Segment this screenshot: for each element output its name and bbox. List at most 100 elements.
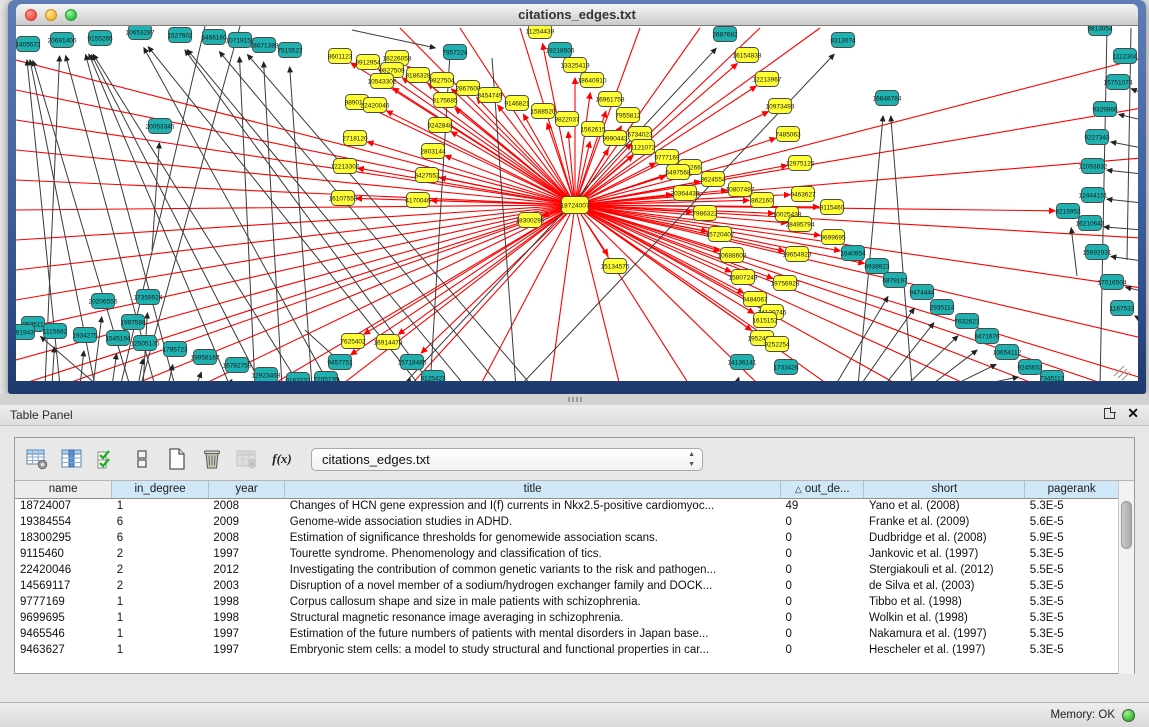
table-cell[interactable]: 1998 [208,610,284,626]
scrollbar-thumb[interactable] [1121,501,1132,549]
table-cell[interactable]: 19384554 [15,514,112,530]
table-cell[interactable]: 5.3E-5 [1025,578,1119,594]
table-cell[interactable]: 0 [781,546,864,562]
table-cell[interactable]: 9699695 [15,610,112,626]
table-cell[interactable]: 6 [112,514,209,530]
table-cell[interactable]: 22420046 [15,562,112,578]
table-cell[interactable]: 6 [112,530,209,546]
table-cell[interactable]: 0 [781,514,864,530]
table-scrollbar[interactable] [1118,481,1134,674]
table-cell[interactable]: 1 [112,594,209,610]
table-row[interactable]: 2242004622012Investigating the contribut… [15,562,1119,578]
table-cell[interactable]: 9777169 [15,594,112,610]
table-cell[interactable]: 2 [112,546,209,562]
table-selector-dropdown[interactable]: citations_edges.txt ▲▼ [311,448,703,471]
table-row[interactable]: 946362711997Embryonic stem cells: a mode… [15,642,1119,658]
table-cell[interactable]: 5.3E-5 [1025,498,1119,514]
table-cell[interactable]: Nakamura et al. (1997) [864,626,1025,642]
table-cell[interactable]: 5.5E-5 [1025,562,1119,578]
splitter-handle-icon[interactable] [568,397,582,402]
table-row[interactable]: 1830029562008Estimation of significance … [15,530,1119,546]
table-cell[interactable]: 0 [781,626,864,642]
table-cell[interactable]: 0 [781,642,864,658]
table-cell[interactable]: de Silva et al. (2003) [864,578,1025,594]
table-cell[interactable]: 1998 [208,594,284,610]
table-row[interactable]: 1938455462009Genome-wide association stu… [15,514,1119,530]
column-header-name[interactable]: name [15,481,112,498]
table-settings-icon[interactable] [25,447,49,471]
table-cell[interactable]: 49 [781,498,864,514]
table-cell[interactable]: 1997 [208,642,284,658]
table-cell[interactable]: 1 [112,610,209,626]
column-header-title[interactable]: title [285,481,781,498]
table-row[interactable]: 946554611997Estimation of the future num… [15,626,1119,642]
table-cell[interactable]: 2009 [208,514,284,530]
function-builder-icon[interactable]: f(x) [270,447,294,471]
delete-table-icon[interactable] [235,447,259,471]
column-header-out_de[interactable]: △out_de... [781,481,864,498]
column-header-short[interactable]: short [864,481,1025,498]
citation-network-graph[interactable]: 1872400714055722069140691552651065328715… [16,26,1138,381]
table-cell[interactable]: 1997 [208,626,284,642]
network-canvas[interactable]: 1872400714055722069140691552651065328715… [16,26,1138,381]
column-header-in_degree[interactable]: in_degree [112,481,209,498]
table-cell[interactable]: Wolkin et al. (1998) [864,610,1025,626]
table-cell[interactable]: Jankovic et al. (1997) [864,546,1025,562]
table-cell[interactable]: Estimation of significance thresholds fo… [285,530,781,546]
network-window-titlebar[interactable]: citations_edges.txt [16,4,1138,26]
resize-grip-icon[interactable] [1114,366,1130,380]
table-cell[interactable]: Corpus callosum shape and size in male p… [285,594,781,610]
table-cell[interactable]: 0 [781,610,864,626]
table-row[interactable]: 911546021997Tourette syndrome. Phenomeno… [15,546,1119,562]
table-cell[interactable]: Structural magnetic resonance image aver… [285,610,781,626]
table-cell[interactable]: Tourette syndrome. Phenomenology and cla… [285,546,781,562]
new-table-icon[interactable] [165,447,189,471]
table-row[interactable]: 1456911722003Disruption of a novel membe… [15,578,1119,594]
table-cell[interactable]: 5.3E-5 [1025,610,1119,626]
table-cell[interactable]: Estimation of the future numbers of pati… [285,626,781,642]
float-panel-icon[interactable] [1104,408,1115,419]
table-cell[interactable]: 5.3E-5 [1025,642,1119,658]
table-cell[interactable]: 18724007 [15,498,112,514]
table-cell[interactable]: 9115460 [15,546,112,562]
table-cell[interactable]: Stergiakouli et al. (2012) [864,562,1025,578]
table-cell[interactable]: Changes of HCN gene expression and I(f) … [285,498,781,514]
table-row[interactable]: 977716911998Corpus callosum shape and si… [15,594,1119,610]
table-cell[interactable]: 2008 [208,498,284,514]
table-cell[interactable]: 2 [112,578,209,594]
table-cell[interactable]: Franke et al. (2009) [864,514,1025,530]
table-cell[interactable]: 14569117 [15,578,112,594]
table-row[interactable]: 969969511998Structural magnetic resonanc… [15,610,1119,626]
table-cell[interactable]: 18300295 [15,530,112,546]
show-columns-icon[interactable] [60,447,84,471]
table-cell[interactable]: 5.3E-5 [1025,546,1119,562]
table-cell[interactable]: Disruption of a novel member of a sodium… [285,578,781,594]
table-cell[interactable]: 9463627 [15,642,112,658]
table-cell[interactable]: 5.3E-5 [1025,626,1119,642]
table-cell[interactable]: Hescheler et al. (1997) [864,642,1025,658]
panel-splitter[interactable] [0,394,1149,405]
table-cell[interactable]: 0 [781,562,864,578]
table-cell[interactable]: Investigating the contribution of common… [285,562,781,578]
select-columns-icon[interactable] [95,447,119,471]
table-cell[interactable]: Dudbridge et al. (2008) [864,530,1025,546]
table-cell[interactable]: Genome-wide association studies in ADHD. [285,514,781,530]
table-cell[interactable]: 2 [112,562,209,578]
close-panel-icon[interactable]: ✕ [1127,408,1139,419]
table-cell[interactable]: 9465546 [15,626,112,642]
row-height-icon[interactable] [130,447,154,471]
table-cell[interactable]: 5.6E-5 [1025,514,1119,530]
table-cell[interactable]: 2012 [208,562,284,578]
table-cell[interactable]: 2003 [208,578,284,594]
table-cell[interactable]: Embryonic stem cells: a model to study s… [285,642,781,658]
table-cell[interactable]: 0 [781,578,864,594]
table-cell[interactable]: 1 [112,626,209,642]
table-cell[interactable]: 0 [781,594,864,610]
table-cell[interactable]: 0 [781,530,864,546]
table-cell[interactable]: 5.9E-5 [1025,530,1119,546]
table-cell[interactable]: 1997 [208,546,284,562]
table-cell[interactable]: 2008 [208,530,284,546]
column-header-pagerank[interactable]: pagerank [1025,481,1119,498]
table-cell[interactable]: 1 [112,498,209,514]
column-header-year[interactable]: year [208,481,284,498]
